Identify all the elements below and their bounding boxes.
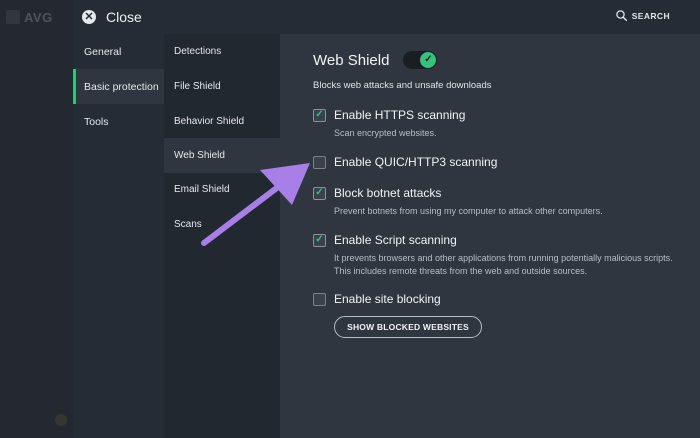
subitem-detections[interactable]: Detections: [164, 34, 280, 69]
https-scanning-checkbox[interactable]: ✓: [313, 108, 326, 122]
option-description: Prevent botnets from using my computer t…: [334, 206, 603, 216]
option-label: Enable Script scanning: [334, 233, 457, 247]
category-label: Tools: [84, 115, 109, 128]
subitem-file-shield[interactable]: File Shield: [164, 69, 280, 104]
option-label: Enable QUIC/HTTP3 scanning: [334, 155, 498, 169]
close-icon: ✕: [82, 10, 96, 24]
option-botnet-attacks: ✓ Block botnet attacks Prevent botnets f…: [313, 186, 683, 218]
check-icon: ✓: [315, 109, 324, 120]
subitem-label: Detections: [174, 46, 222, 57]
subitem-scans[interactable]: Scans: [164, 207, 280, 242]
logo-text: AVG: [24, 9, 53, 25]
title-row: Web Shield ✓: [313, 51, 438, 69]
search-label: SEARCH: [631, 10, 670, 21]
subitem-web-shield[interactable]: Web Shield: [164, 138, 280, 173]
option-label: Enable HTTPS scanning: [334, 108, 466, 122]
search-button[interactable]: SEARCH: [615, 10, 670, 21]
settings-overlay: ✕ Close SEARCH General Basic protection …: [73, 0, 700, 438]
subitem-email-shield[interactable]: Email Shield: [164, 172, 280, 207]
category-label: Basic protection: [84, 80, 159, 93]
background-status-dot: [55, 414, 67, 426]
show-blocked-websites-button[interactable]: SHOW BLOCKED WEBSITES: [334, 316, 482, 338]
category-nav: General Basic protection Tools: [73, 34, 164, 438]
quic-scanning-checkbox[interactable]: [313, 155, 326, 169]
subitem-label: Email Shield: [174, 184, 230, 195]
site-blocking-checkbox[interactable]: [313, 292, 326, 306]
option-quic-scanning: Enable QUIC/HTTP3 scanning: [313, 155, 683, 169]
page-title: Web Shield: [313, 51, 390, 69]
check-icon: ✓: [315, 187, 324, 198]
subitem-label: File Shield: [174, 81, 221, 92]
search-icon: [615, 10, 627, 21]
settings-topbar: ✕ Close SEARCH: [73, 0, 700, 34]
option-script-scanning: ✓ Enable Script scanning It prevents bro…: [313, 233, 683, 278]
option-label: Enable site blocking: [334, 292, 441, 306]
subitem-label: Web Shield: [174, 150, 225, 161]
option-site-blocking: Enable site blocking: [313, 292, 683, 306]
category-general[interactable]: General: [73, 34, 164, 69]
background-app-sidebar: [0, 0, 73, 438]
check-icon: ✓: [315, 234, 324, 245]
page-subtitle: Blocks web attacks and unsafe downloads: [313, 80, 492, 91]
botnet-attacks-checkbox[interactable]: ✓: [313, 186, 326, 200]
close-label: Close: [106, 9, 142, 25]
script-scanning-checkbox[interactable]: ✓: [313, 233, 326, 247]
app-logo: AVG: [6, 8, 68, 26]
category-tools[interactable]: Tools: [73, 104, 164, 139]
subitem-label: Behavior Shield: [174, 116, 245, 127]
option-label: Block botnet attacks: [334, 186, 442, 200]
web-shield-toggle[interactable]: ✓: [403, 51, 438, 69]
subitem-behavior-shield[interactable]: Behavior Shield: [164, 104, 280, 139]
option-description: Scan encrypted websites.: [334, 128, 437, 138]
category-basic-protection[interactable]: Basic protection: [73, 69, 164, 104]
web-shield-panel: Web Shield ✓ Blocks web attacks and unsa…: [280, 34, 700, 438]
toggle-check-icon: ✓: [420, 52, 437, 68]
subitem-label: Scans: [174, 219, 202, 230]
logo-mark-icon: [6, 10, 20, 24]
option-https-scanning: ✓ Enable HTTPS scanning Scan encrypted w…: [313, 108, 683, 140]
option-description: It prevents browsers and other applicati…: [334, 253, 673, 276]
category-label: General: [84, 45, 122, 58]
subitem-nav: Detections File Shield Behavior Shield W…: [164, 34, 280, 438]
close-button[interactable]: ✕ Close: [82, 9, 142, 25]
